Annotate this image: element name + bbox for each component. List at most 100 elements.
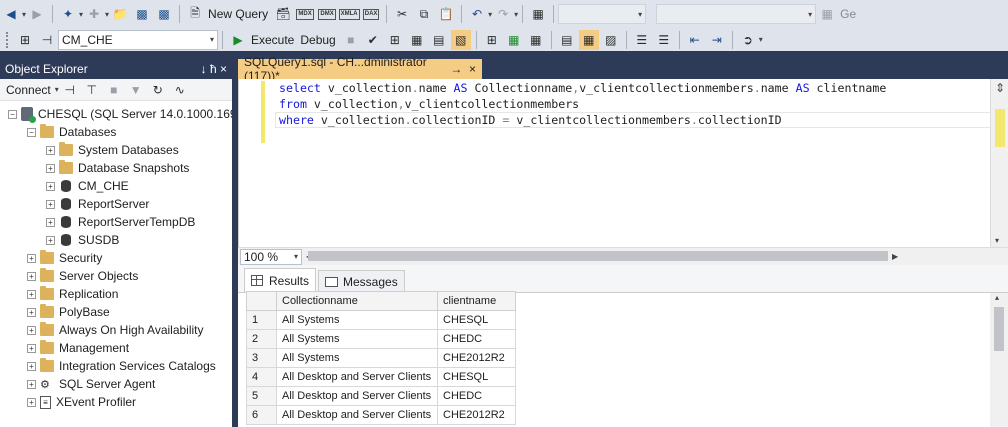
- clientname-cell[interactable]: CHE2012R2: [437, 405, 516, 425]
- tree-node[interactable]: + Management: [27, 339, 129, 357]
- parse-icon[interactable]: ✔: [363, 30, 383, 50]
- row-number-cell[interactable]: 5: [246, 386, 277, 406]
- clientname-cell[interactable]: CHE2012R2: [437, 348, 516, 368]
- tree-node[interactable]: + System Databases: [46, 141, 179, 159]
- scroll-right-icon[interactable]: ▶: [892, 252, 898, 261]
- clientname-cell[interactable]: CHEDC: [437, 386, 516, 406]
- expand-icon[interactable]: +: [27, 361, 36, 371]
- collectionname-cell[interactable]: All Systems: [276, 348, 438, 368]
- collectionname-cell[interactable]: All Desktop and Server Clients: [276, 386, 438, 406]
- available-databases-combo[interactable]: CM_CHE ▾: [58, 29, 218, 50]
- expand-icon[interactable]: +: [27, 343, 36, 353]
- disconnect-icon[interactable]: ⊤: [82, 80, 102, 100]
- open-file-icon[interactable]: 📁: [110, 4, 130, 24]
- add-item-dropdown-icon[interactable]: ▾: [105, 10, 109, 19]
- dmx-query-icon[interactable]: DMX: [317, 4, 337, 24]
- row-number-cell[interactable]: 4: [246, 367, 277, 387]
- expand-icon[interactable]: +: [27, 325, 36, 335]
- collapse-icon[interactable]: −: [8, 109, 17, 119]
- results-to-grid-icon[interactable]: ▦: [578, 29, 599, 50]
- back-dropdown-icon[interactable]: ▾: [22, 10, 26, 19]
- connect-button[interactable]: Connect: [6, 83, 51, 97]
- code-line-3[interactable]: where v_collection.collectionID = v_clie…: [279, 112, 782, 128]
- collectionname-cell[interactable]: All Systems: [276, 329, 438, 349]
- new-query-button[interactable]: New Query: [208, 7, 268, 21]
- tree-node[interactable]: + SUSDB: [46, 231, 119, 249]
- clientname-cell[interactable]: CHESQL: [437, 310, 516, 330]
- tree-node[interactable]: + CM_CHE: [46, 177, 129, 195]
- results-to-text-icon[interactable]: ▤: [557, 30, 577, 50]
- row-number-cell[interactable]: 3: [246, 348, 277, 368]
- back-icon[interactable]: ◀: [1, 4, 21, 24]
- display-results-icon[interactable]: ▤: [429, 30, 449, 50]
- tree-node[interactable]: + Always On High Availability: [27, 321, 204, 339]
- collectionname-cell[interactable]: All Desktop and Server Clients: [276, 405, 438, 425]
- stop-icon[interactable]: ■: [104, 80, 124, 100]
- tree-node[interactable]: + ⚙ SQL Server Agent: [27, 375, 155, 393]
- execute-button[interactable]: Execute: [251, 33, 294, 47]
- tree-node[interactable]: + ReportServer: [46, 195, 149, 213]
- execute-icon[interactable]: ▶: [228, 30, 248, 50]
- debug-button[interactable]: Debug: [300, 33, 335, 47]
- available-databases-icon[interactable]: ⊣: [37, 30, 57, 50]
- expand-icon[interactable]: +: [46, 199, 55, 209]
- results-to-file-icon[interactable]: ▨: [601, 30, 621, 50]
- refresh-icon[interactable]: ↻: [148, 80, 168, 100]
- row-number-cell[interactable]: 1: [246, 310, 277, 330]
- editor-horizontal-scrollbar[interactable]: [308, 251, 888, 261]
- forward-icon[interactable]: ▶: [27, 4, 47, 24]
- column-header-collectionname[interactable]: Collectionname: [276, 291, 438, 311]
- copy-icon[interactable]: ⧉: [414, 4, 434, 24]
- toolbar-grip[interactable]: [6, 31, 10, 48]
- activity-monitor-icon[interactable]: ∿: [170, 80, 190, 100]
- solution-configuration-combo[interactable]: ▾: [558, 4, 647, 24]
- editor-vertical-scrollbar[interactable]: ⇕ ▾: [990, 79, 1008, 247]
- tab-messages[interactable]: Messages: [318, 270, 405, 292]
- split-icon[interactable]: ⇕: [995, 81, 1005, 95]
- expand-icon[interactable]: +: [46, 145, 55, 155]
- tree-node[interactable]: + Server Objects: [27, 267, 138, 285]
- tab-results[interactable]: Results: [244, 268, 317, 292]
- connect-icon[interactable]: ⊣: [60, 80, 80, 100]
- collapse-icon[interactable]: −: [27, 127, 36, 137]
- expand-icon[interactable]: +: [46, 235, 55, 245]
- paste-icon[interactable]: 📋: [436, 4, 456, 24]
- expand-icon[interactable]: +: [27, 307, 36, 317]
- actual-plan-icon[interactable]: ⊞: [482, 30, 502, 50]
- solution-platform-combo[interactable]: ▾: [656, 4, 817, 24]
- zoom-combo[interactable]: 100 % ▾: [240, 248, 302, 265]
- tree-node[interactable]: − CHESQL (SQL Server 14.0.1000.169 -: [8, 105, 244, 123]
- save-icon[interactable]: ▩: [132, 4, 152, 24]
- results-vertical-scrollbar[interactable]: ▴: [990, 293, 1008, 427]
- estimated-plan-icon[interactable]: ⊞: [385, 30, 405, 50]
- expand-icon[interactable]: +: [46, 217, 55, 227]
- expand-icon[interactable]: +: [46, 181, 55, 191]
- tree-node[interactable]: + Security: [27, 249, 102, 267]
- expand-icon[interactable]: +: [27, 271, 36, 281]
- tree-node[interactable]: + Replication: [27, 285, 118, 303]
- column-header-clientname[interactable]: clientname: [437, 291, 516, 311]
- expand-icon[interactable]: +: [27, 253, 36, 263]
- expand-icon[interactable]: +: [27, 289, 36, 299]
- save-all-icon[interactable]: ▩: [154, 4, 174, 24]
- close-icon[interactable]: ×: [469, 62, 476, 76]
- database-engine-query-icon[interactable]: 🗃: [273, 4, 293, 24]
- scroll-down-icon[interactable]: ▾: [995, 236, 999, 245]
- new-project-dropdown-icon[interactable]: ▾: [79, 10, 83, 19]
- tree-node[interactable]: + PolyBase: [27, 303, 110, 321]
- comment-icon[interactable]: ☰: [632, 30, 652, 50]
- decrease-indent-icon[interactable]: ⇤: [685, 30, 705, 50]
- collectionname-cell[interactable]: All Desktop and Server Clients: [276, 367, 438, 387]
- cancel-query-icon[interactable]: ■: [341, 30, 361, 50]
- dax-query-icon[interactable]: DAX: [361, 4, 381, 24]
- tab-sqlquery1[interactable]: SQLQuery1.sql - CH...dministrator (117))…: [238, 55, 482, 83]
- row-number-cell[interactable]: 6: [246, 405, 277, 425]
- toolbar-overflow-icon[interactable]: ▾: [759, 35, 763, 44]
- tree-node[interactable]: + Integration Services Catalogs: [27, 357, 216, 375]
- row-number-cell[interactable]: 2: [246, 329, 277, 349]
- client-statistics-icon[interactable]: ▦: [526, 30, 546, 50]
- redo-dropdown-icon[interactable]: ▾: [514, 10, 518, 19]
- activity-monitor-icon[interactable]: ▦: [528, 4, 548, 24]
- collectionname-cell[interactable]: All Systems: [276, 310, 438, 330]
- undo-dropdown-icon[interactable]: ▾: [488, 10, 492, 19]
